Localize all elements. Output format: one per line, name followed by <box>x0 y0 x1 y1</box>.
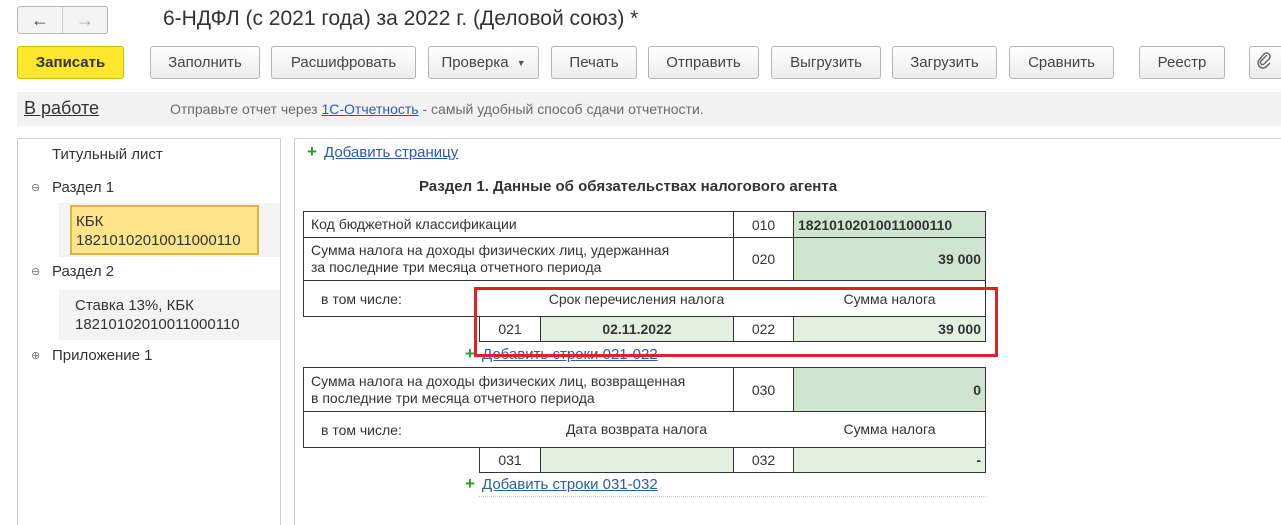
fill-button[interactable]: Заполнить <box>150 46 260 79</box>
row030-label-line2: в последние три месяца отчетного периода <box>311 389 595 406</box>
section-title: Раздел 1. Данные об обязательствах налог… <box>419 178 838 195</box>
incl2-label: в том числе: <box>321 422 402 438</box>
tree-item-section1-kbk[interactable]: КБК 18210102010011000110 <box>70 205 259 255</box>
add-rows-031-032-link[interactable]: Добавить строки 031-032 <box>482 476 658 493</box>
export-button[interactable]: Выгрузить <box>771 46 881 79</box>
status-message-prefix: Отправьте отчет через <box>170 101 322 117</box>
incl2-header-date: Дата возврата налога <box>565 421 708 437</box>
section-divider <box>479 496 986 497</box>
add-rows-031-plus-icon[interactable]: + <box>465 474 475 494</box>
tree-item-section2[interactable]: Раздел 2 <box>52 263 114 280</box>
row010-kbk-field[interactable]: 18210102010011000110 <box>793 211 986 238</box>
row020-label-line2: за последние три месяца отчетного период… <box>311 259 602 275</box>
collapse-section2-icon[interactable]: ⊖ <box>31 265 40 278</box>
row020-withheld-sum-field[interactable]: 39 000 <box>793 237 986 281</box>
import-button[interactable]: Загрузить <box>892 46 997 79</box>
registry-button[interactable]: Реестр <box>1139 46 1225 79</box>
tree-item-section1[interactable]: Раздел 1 <box>52 179 114 196</box>
row030-label: Сумма налога на доходы физических лиц, в… <box>303 367 734 412</box>
row030-returned-sum-field[interactable]: 0 <box>793 367 986 412</box>
navigation-buttons: ← → <box>17 6 108 34</box>
status-message: Отправьте отчет через 1С-Отчетность - са… <box>170 101 704 117</box>
row020-code: 020 <box>733 237 794 281</box>
row010-label: Код бюджетной классификации <box>303 211 734 238</box>
highlight-frame <box>474 287 998 357</box>
expand-appendix1-icon[interactable]: ⊕ <box>31 349 40 362</box>
check-button-label: Проверка <box>441 54 509 71</box>
row032-code: 032 <box>733 447 794 473</box>
row020-label: Сумма налога на доходы физических лиц, у… <box>303 237 734 281</box>
back-arrow-icon[interactable]: ← <box>18 7 62 33</box>
row031-code: 031 <box>479 447 541 473</box>
tree-rate-text: Ставка 13%, КБК <box>75 297 194 314</box>
row032-sum-field[interactable]: - <box>793 447 986 473</box>
attach-button[interactable] <box>1249 46 1281 79</box>
paperclip-icon <box>1256 51 1272 74</box>
tree-rate-kbk-code: 18210102010011000110 <box>75 316 240 333</box>
status-message-suffix: - самый удобный способ сдачи отчетности. <box>418 101 704 117</box>
status-state-link[interactable]: В работе <box>24 98 99 119</box>
row020-label-line1: Сумма налога на доходы физических лиц, у… <box>311 242 670 258</box>
incl1-label: в том числе: <box>321 291 402 307</box>
tree-kbk-code: 18210102010011000110 <box>76 232 241 249</box>
tree-item-title-page[interactable]: Титульный лист <box>52 146 163 163</box>
incl2-header-sum: Сумма налога <box>843 421 936 437</box>
row031-date-field[interactable] <box>540 447 734 473</box>
collapse-section1-icon[interactable]: ⊖ <box>31 181 40 194</box>
row010-code: 010 <box>733 211 794 238</box>
forward-arrow-icon[interactable]: → <box>62 7 107 33</box>
row030-label-line1: Сумма налога на доходы физических лиц, в… <box>311 372 686 389</box>
send-button[interactable]: Отправить <box>648 46 759 79</box>
add-page-plus-icon[interactable]: + <box>307 142 317 162</box>
print-button[interactable]: Печать <box>551 46 637 79</box>
window-title: 6-НДФЛ (с 2021 года) за 2022 г. (Деловой… <box>163 7 639 30</box>
row030-code: 030 <box>733 367 794 412</box>
tree-item-appendix1[interactable]: Приложение 1 <box>52 347 153 364</box>
chevron-down-icon: ▼ <box>516 57 526 68</box>
save-button[interactable]: Записать <box>17 46 124 79</box>
tree-kbk-label: КБК <box>76 213 104 230</box>
decode-button[interactable]: Расшифровать <box>271 46 416 79</box>
check-dropdown-button[interactable]: Проверка ▼ <box>428 46 539 79</box>
1c-reporting-link[interactable]: 1С-Отчетность <box>321 101 418 117</box>
compare-button[interactable]: Сравнить <box>1009 46 1114 79</box>
tree-section2-rate-label: Ставка 13%, КБК 18210102010011000110 <box>75 296 240 334</box>
add-page-link[interactable]: Добавить страницу <box>324 144 458 161</box>
